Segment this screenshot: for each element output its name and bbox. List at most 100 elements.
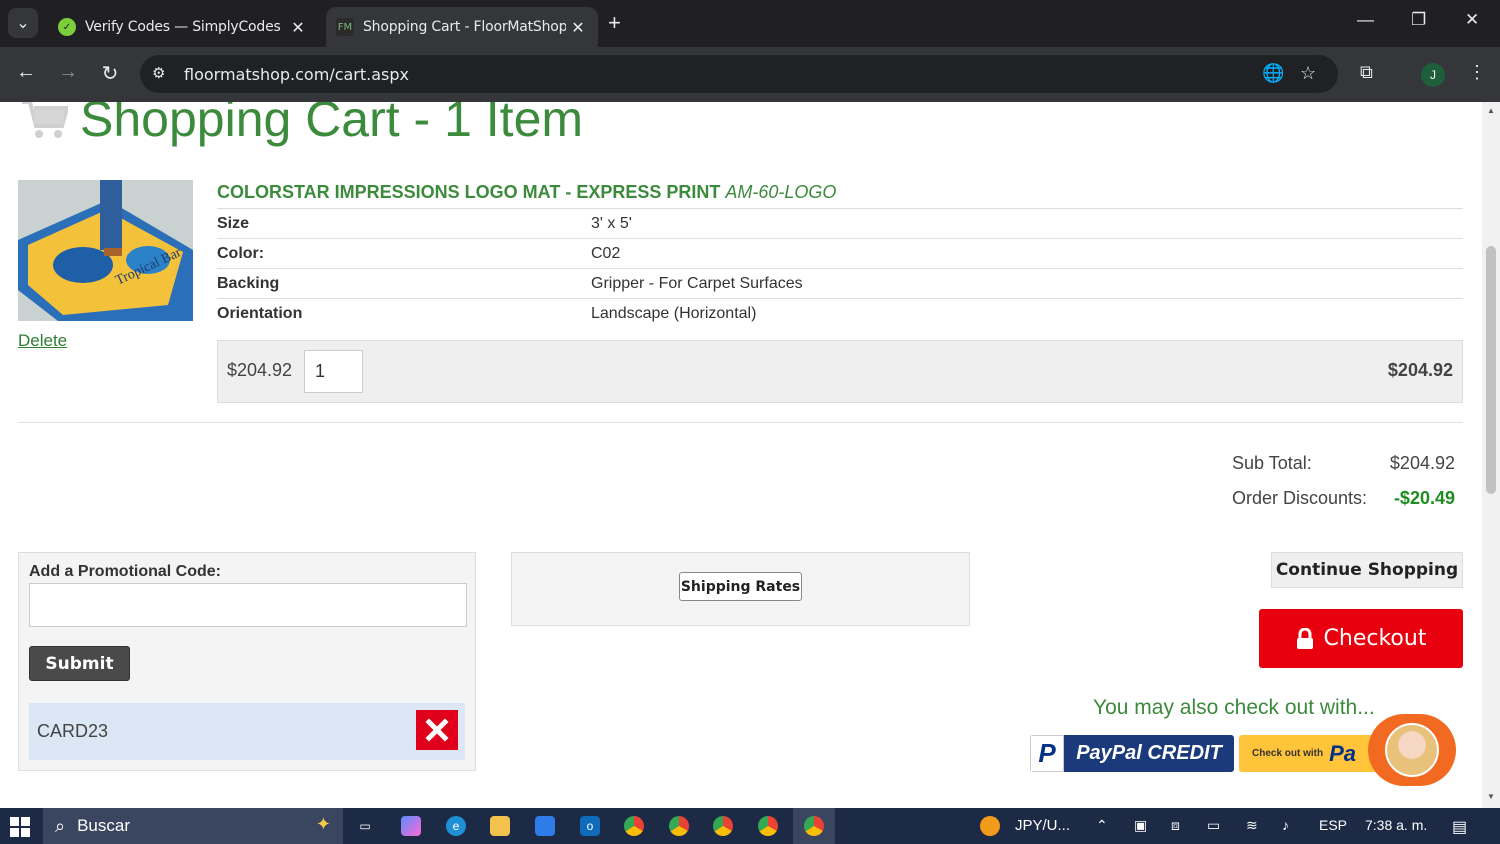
- chat-support-avatar[interactable]: [1368, 714, 1456, 786]
- profile-avatar[interactable]: J: [1421, 63, 1445, 87]
- price-quantity-row: $204.92 $204.92: [217, 340, 1463, 403]
- extensions-icon[interactable]: ⧉: [1360, 62, 1373, 83]
- copilot-sparkle-icon: ✦: [315, 814, 331, 834]
- attribute-label: Size: [217, 215, 250, 232]
- page-title: Shopping Cart - 1 Item: [80, 102, 584, 147]
- currency-widget-icon[interactable]: [980, 816, 1000, 836]
- attribute-row-backing: Backing Gripper - For Carpet Surfaces: [217, 269, 1463, 299]
- page-header: Shopping Cart - 1 Item: [20, 102, 583, 148]
- chevron-down-icon: ⌄: [16, 15, 30, 32]
- reload-icon[interactable]: ↻: [97, 61, 123, 86]
- checkout-button[interactable]: Checkout: [1259, 609, 1463, 668]
- applied-promo-code: CARD23: [29, 703, 465, 760]
- store-icon[interactable]: [535, 816, 555, 836]
- attribute-label: Backing: [217, 275, 280, 292]
- copilot-app-icon[interactable]: [401, 816, 421, 836]
- scroll-down-icon[interactable]: ▼: [1487, 792, 1495, 801]
- chrome-profile-icon[interactable]: [713, 816, 733, 836]
- menu-kebab-icon[interactable]: ⋮: [1468, 62, 1486, 83]
- chrome-profile-icon[interactable]: [758, 816, 778, 836]
- paypal-checkout-logo: Pa: [1329, 740, 1357, 766]
- promo-code-label: Add a Promotional Code:: [29, 563, 221, 580]
- paypal-checkout-small-text: Check out with: [1252, 748, 1324, 759]
- shipping-panel: Shipping Rates: [511, 552, 970, 626]
- promo-code-input[interactable]: [29, 583, 467, 627]
- new-tab-icon[interactable]: +: [608, 10, 621, 36]
- close-x-icon: [425, 718, 449, 742]
- lock-icon: [1296, 627, 1313, 649]
- paypal-credit-button[interactable]: P PayPal CREDIT: [1030, 735, 1234, 772]
- tab-title: Shopping Cart - FloorMatShop: [363, 19, 566, 35]
- order-discounts-label: Order Discounts:: [1232, 488, 1368, 508]
- close-tab-icon[interactable]: ✕: [286, 18, 310, 37]
- product-sku: AM-60-LOGO: [725, 182, 837, 202]
- submit-promo-button[interactable]: Submit: [29, 646, 130, 681]
- product-image[interactable]: Tropical Bar: [18, 180, 193, 321]
- scroll-thumb[interactable]: [1486, 246, 1496, 494]
- windows-taskbar: ⌕ Buscar ✦ ▭ e o JPY/U... ⌃ ▣ ⧈ ▭ ≋ ♪ ES…: [0, 808, 1500, 844]
- shipping-rates-button[interactable]: Shipping Rates: [679, 572, 802, 601]
- chrome-active-window[interactable]: [793, 808, 835, 844]
- wifi-icon[interactable]: ≋: [1246, 817, 1258, 834]
- minimize-icon[interactable]: —: [1357, 10, 1374, 30]
- attribute-value: 3' x 5': [591, 215, 632, 232]
- subtotal-value: $204.92: [1389, 453, 1455, 473]
- scroll-up-icon[interactable]: ▲: [1487, 106, 1495, 115]
- outlook-icon[interactable]: o: [580, 816, 600, 836]
- taskbar-search[interactable]: ⌕ Buscar ✦: [43, 808, 343, 844]
- volume-icon[interactable]: ♪: [1282, 817, 1289, 833]
- site-info-icon[interactable]: ⚙: [152, 64, 165, 82]
- attribute-label: Color:: [217, 245, 265, 262]
- windows-start-icon[interactable]: [10, 817, 30, 837]
- continue-shopping-button[interactable]: Continue Shopping: [1271, 552, 1463, 588]
- product-title[interactable]: COLORSTAR IMPRESSIONS LOGO MAT - EXPRESS…: [217, 182, 836, 203]
- file-explorer-icon[interactable]: [490, 816, 510, 836]
- clock[interactable]: 7:38 a. m.: [1365, 817, 1427, 833]
- restore-icon[interactable]: ❐: [1411, 10, 1426, 30]
- bookmark-star-icon[interactable]: ☆: [1300, 63, 1316, 84]
- checkout-label: Checkout: [1323, 626, 1427, 651]
- tab-search-button[interactable]: ⌄: [8, 8, 38, 38]
- chevron-up-icon[interactable]: ⌃: [1096, 817, 1108, 834]
- close-window-icon[interactable]: ✕: [1465, 10, 1479, 30]
- page-scrollbar[interactable]: ▲ ▼: [1482, 102, 1500, 808]
- back-icon[interactable]: ←: [13, 61, 39, 84]
- browser-toolbar: ← → ↻ ⚙ floormatshop.com/cart.aspx 🌐 ☆ ⧉…: [0, 47, 1500, 102]
- address-bar[interactable]: ⚙ floormatshop.com/cart.aspx 🌐 ☆: [140, 55, 1338, 93]
- translate-icon[interactable]: 🌐: [1262, 63, 1284, 84]
- shopping-cart-icon: [22, 102, 68, 138]
- quantity-input[interactable]: [304, 350, 363, 393]
- close-tab-icon[interactable]: ✕: [566, 18, 590, 37]
- line-total: $204.92: [1387, 360, 1453, 380]
- delete-item-link[interactable]: Delete: [18, 331, 67, 351]
- order-discounts-value: -$20.49: [1393, 488, 1455, 508]
- edge-icon[interactable]: e: [446, 816, 466, 836]
- page-content: Shopping Cart - 1 Item Tropical Bar Dele…: [0, 102, 1482, 808]
- battery-icon[interactable]: ▭: [1207, 817, 1220, 834]
- applied-code-text: CARD23: [37, 721, 109, 741]
- attribute-label: Orientation: [217, 305, 303, 322]
- simplycodes-favicon-icon: ✓: [58, 18, 76, 36]
- tab-floormatshop[interactable]: FM Shopping Cart - FloorMatShop ✕: [326, 7, 598, 47]
- remove-code-button[interactable]: [416, 710, 458, 750]
- taskbar-search-label: Buscar: [77, 816, 131, 835]
- ticker-text[interactable]: JPY/U...: [1015, 817, 1070, 834]
- display-icon[interactable]: ⧈: [1171, 817, 1180, 834]
- paypal-logo-icon: P: [1030, 735, 1064, 772]
- meet-icon[interactable]: ▣: [1134, 817, 1147, 834]
- tab-title: Verify Codes — SimplyCodes: [85, 19, 281, 35]
- task-view-icon[interactable]: ▭: [355, 816, 375, 836]
- language-indicator[interactable]: ESP: [1319, 817, 1347, 833]
- paypal-checkout-button[interactable]: Check out with Pa: [1239, 735, 1389, 772]
- attribute-value: Landscape (Horizontal): [591, 305, 757, 322]
- attribute-value: C02: [591, 245, 621, 262]
- chrome-icon[interactable]: [624, 816, 644, 836]
- forward-icon[interactable]: →: [55, 61, 81, 84]
- promo-code-panel: Add a Promotional Code: Submit CARD23: [18, 552, 476, 771]
- notifications-icon[interactable]: ▤: [1452, 817, 1467, 837]
- attribute-row-color: Color: C02: [217, 239, 1463, 269]
- tab-simplycodes[interactable]: ✓ Verify Codes — SimplyCodes ✕: [48, 7, 318, 47]
- chrome-profile-icon[interactable]: [669, 816, 689, 836]
- url-text: floormatshop.com/cart.aspx: [184, 65, 409, 84]
- paypal-credit-label: PayPal CREDIT: [1076, 742, 1222, 764]
